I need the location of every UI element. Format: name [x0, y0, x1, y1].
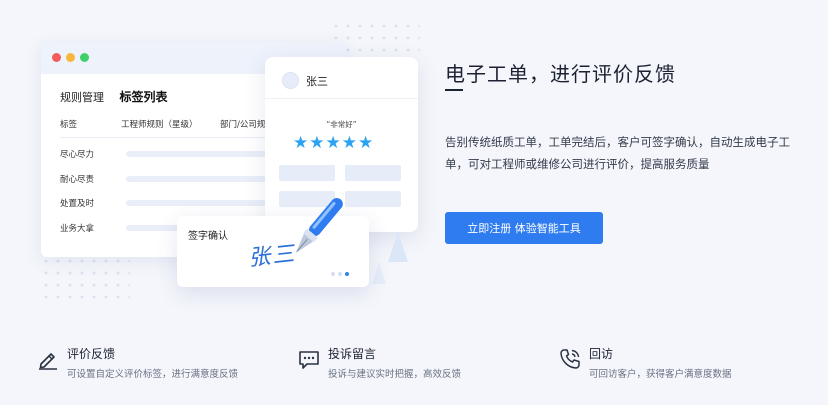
- message-icon: [299, 351, 319, 369]
- row-label: 业务大拿: [60, 224, 95, 234]
- page-title: 电子工单，进行评价反馈: [445, 62, 676, 86]
- title-underline: [445, 89, 463, 91]
- placeholder-block: [345, 165, 401, 181]
- register-button[interactable]: 立即注册 体验智能工具: [445, 212, 603, 244]
- column-header: 工程师规则（星级）: [121, 120, 198, 130]
- row-label: 耐心尽责: [60, 175, 95, 185]
- feature-title: 投诉留言: [328, 347, 377, 361]
- pen-icon: [39, 353, 57, 370]
- placeholder-block: [345, 191, 401, 207]
- table-row: 处置及时: [60, 197, 290, 209]
- feature-title: 评价反馈: [67, 347, 116, 361]
- decorative-triangle: [388, 232, 408, 262]
- rating-card-header: 张三: [265, 57, 418, 99]
- window-minimize-dot: [66, 53, 75, 62]
- feature-title: 回访: [589, 347, 614, 361]
- row-label: 处置及时: [60, 199, 95, 209]
- feature-description: 投诉与建议实时把握，高效反馈: [328, 369, 462, 380]
- column-header: 部门/公司规: [220, 120, 266, 130]
- placeholder-block: [279, 165, 335, 181]
- feature-description: 可设置自定义评价标签，进行满意度反馈: [67, 369, 239, 380]
- table-row: 尽心尽力: [60, 148, 290, 160]
- phone-icon: [560, 349, 580, 369]
- star-rating: ★★★★★: [293, 133, 375, 153]
- decorative-dots: [40, 255, 130, 300]
- avatar: [282, 72, 299, 89]
- hero-description: 告别传统纸质工单，工单完结后，客户可签字确认，自动生成电子工单，可对工程师或维修…: [445, 135, 790, 171]
- fountain-pen-icon: [295, 197, 343, 253]
- decorative-triangle: [372, 262, 386, 284]
- tab-labels: 标签列表: [119, 90, 168, 104]
- row-placeholder-bar: [126, 151, 276, 157]
- feature-description: 可回访客户，获得客户满意度数据: [589, 369, 732, 380]
- window-maximize-dot: [80, 53, 89, 62]
- tab-rules: 规则管理: [60, 91, 104, 104]
- page: 规则管理 标签列表 标签 工程师规则（星级） 部门/公司规 尽心尽力 耐心尽责 …: [0, 0, 828, 405]
- column-header: 标签: [60, 120, 78, 130]
- user-name: 张三: [306, 75, 328, 88]
- row-placeholder-bar: [126, 200, 276, 206]
- row-placeholder-bar: [126, 176, 276, 182]
- window-tabs: 规则管理 标签列表: [60, 88, 180, 105]
- divider: [60, 137, 268, 138]
- rating-label: “非常好”: [326, 120, 357, 129]
- window-close-dot: [52, 53, 61, 62]
- signature-title: 签字确认: [188, 231, 228, 242]
- table-row: 耐心尽责: [60, 173, 290, 185]
- row-label: 尽心尽力: [60, 150, 95, 160]
